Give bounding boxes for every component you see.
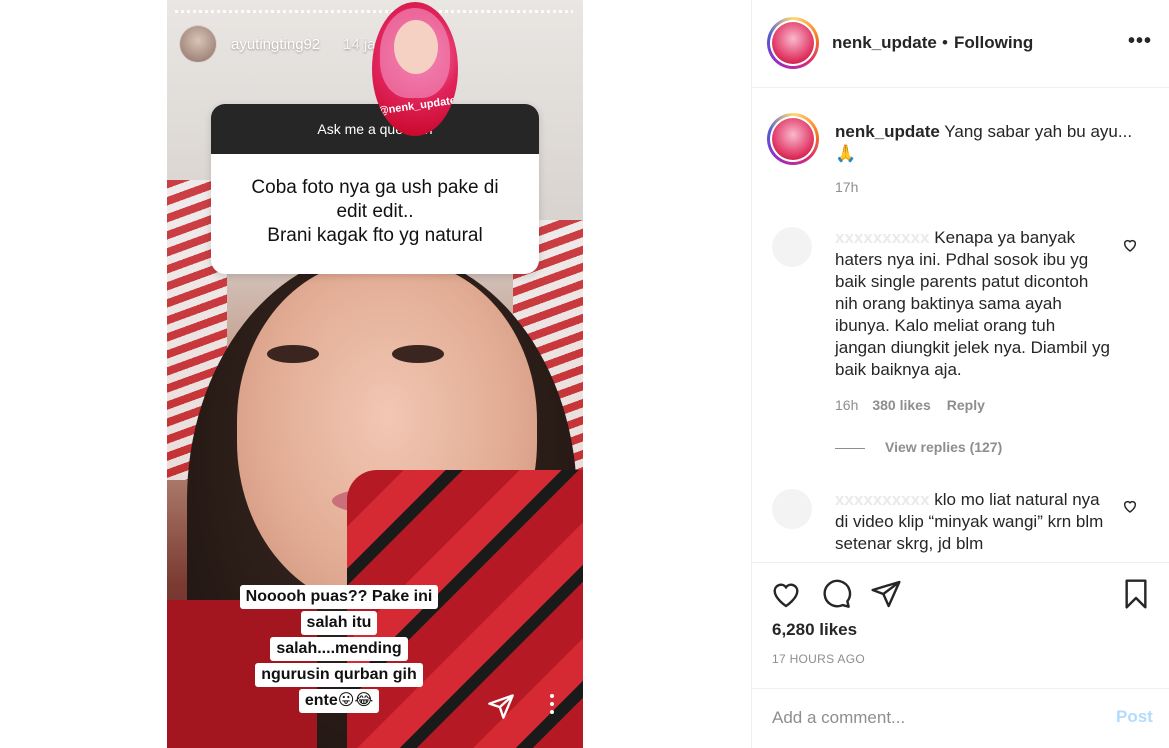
comment-text-block: xxxxxxxxxx klo mo liat natural nya di vi…: [835, 489, 1110, 555]
story-avatar: [179, 25, 217, 63]
pray-emoji: 🙏: [835, 144, 857, 163]
question-text: Coba foto nya ga ush pake di edit edit..…: [211, 154, 539, 248]
vertical-dots-icon: [550, 694, 554, 714]
caption-avatar[interactable]: [767, 113, 819, 165]
photo-eye-right: [392, 345, 444, 363]
question-sticker: Ask me a question Coba foto nya ga ush p…: [211, 104, 539, 274]
view-replies-button[interactable]: View replies (127): [835, 439, 1002, 455]
story-caption-line: ente😛😂: [298, 689, 380, 713]
comment-username[interactable]: xxxxxxxxxx: [835, 490, 930, 509]
story-progress-bar: [175, 10, 573, 13]
caption-username[interactable]: nenk_update: [835, 122, 940, 141]
question-line: edit edit..: [336, 201, 414, 222]
post-button[interactable]: Post: [1116, 707, 1153, 727]
comment-input[interactable]: [772, 703, 1092, 733]
header-username[interactable]: nenk_update: [832, 33, 937, 53]
story-caption-line: salah....mending: [270, 637, 408, 661]
paper-plane-icon: [488, 694, 514, 719]
photo-eye-left: [267, 345, 319, 363]
comment-bubble-icon[interactable]: [820, 578, 852, 610]
share-plane-icon[interactable]: [870, 578, 902, 610]
comment-avatar[interactable]: [772, 227, 812, 267]
instagram-post-page: ayutingting92 14 jam Ask me a question C…: [0, 0, 1169, 748]
comment-text: Kenapa ya banyak haters nya ini. Pdhal s…: [835, 228, 1110, 379]
caption-time: 17h: [835, 179, 859, 195]
story-caption-line: Nooooh puas?? Pake ini: [239, 585, 439, 609]
comment-meta: 16h 380 likes Reply: [835, 397, 985, 413]
post-side-panel: nenk_update • Following ••• nenk_update …: [751, 0, 1169, 748]
story-caption: Nooooh puas?? Pake ini salah itu salah..…: [219, 585, 459, 715]
comment-username[interactable]: xxxxxxxxxx: [835, 228, 930, 247]
view-replies-label: View replies (127): [885, 439, 1003, 455]
comment-time: 16h: [835, 397, 859, 413]
like-heart-icon[interactable]: [770, 578, 802, 610]
save-bookmark-icon[interactable]: [1120, 578, 1152, 610]
like-comment-heart-icon[interactable]: [1122, 498, 1138, 514]
reply-button[interactable]: Reply: [947, 397, 985, 413]
comment-avatar[interactable]: [772, 489, 812, 529]
post-timestamp[interactable]: 17 HOURS AGO: [772, 652, 865, 666]
story-caption-line: ngurusin qurban gih: [255, 663, 423, 687]
comments-section[interactable]: nenk_update Yang sabar yah bu ayu... 🙏 1…: [752, 89, 1169, 562]
badge-face: [394, 20, 438, 74]
question-line: Coba foto nya ga ush pake di: [251, 177, 499, 198]
header-dot: •: [942, 33, 948, 52]
likes-count[interactable]: 6,280 likes: [772, 620, 857, 640]
like-comment-heart-icon[interactable]: [1122, 237, 1138, 253]
comment-likes[interactable]: 380 likes: [872, 397, 930, 413]
caption-text-block: nenk_update Yang sabar yah bu ayu... 🙏: [835, 121, 1135, 165]
add-comment-bar: Post: [752, 688, 1169, 748]
story-caption-line: salah itu: [300, 611, 378, 635]
more-options-icon[interactable]: •••: [1128, 30, 1152, 53]
comment-text-block: xxxxxxxxxx Kenapa ya banyak haters nya i…: [835, 227, 1110, 381]
watermark-badge: @nenk_update: [372, 2, 458, 136]
question-line: Brani kagak fto yg natural: [267, 225, 483, 246]
header-avatar[interactable]: [767, 17, 819, 69]
post-actions: 6,280 likes 17 HOURS AGO: [752, 562, 1169, 688]
following-button[interactable]: Following: [954, 33, 1033, 53]
caption-text: Yang sabar yah bu ayu...: [944, 122, 1133, 141]
post-header: nenk_update • Following •••: [752, 0, 1169, 88]
story-username: ayutingting92: [231, 36, 321, 53]
